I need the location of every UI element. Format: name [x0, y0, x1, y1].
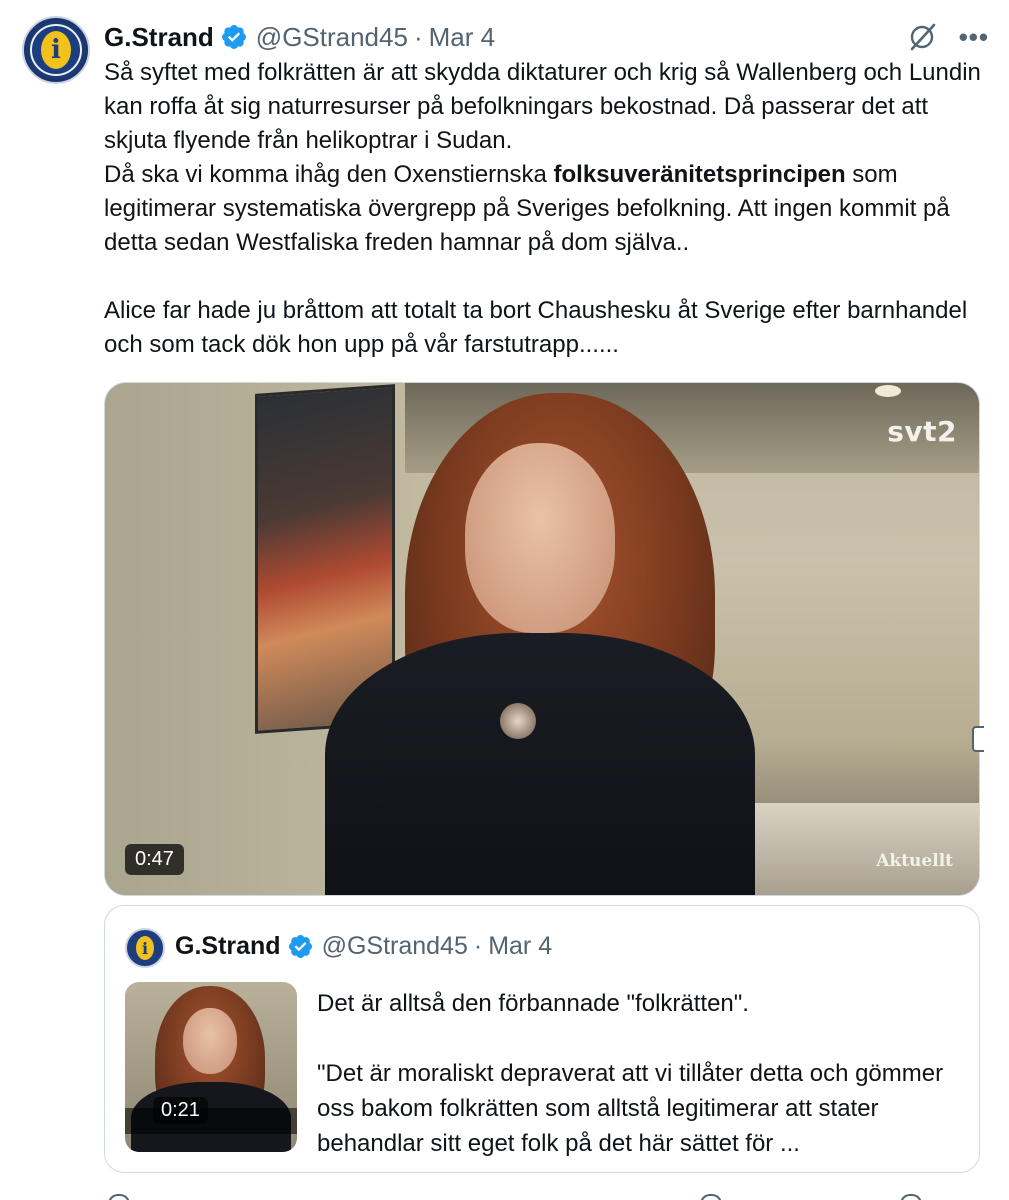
tweet-paragraph-2-pre: Då ska vi komma ihåg den Oxenstiernska	[104, 161, 554, 188]
hashtag-bold-term: folksuveränitetsprincipen	[553, 161, 846, 188]
reply-icon[interactable]	[108, 1194, 130, 1200]
video-player[interactable]: svt2 Aktuellt 0:47	[104, 382, 980, 896]
tweet-text: Så syftet med folkrätten är att skydda d…	[104, 56, 994, 362]
side-scroll-tab[interactable]	[972, 726, 984, 752]
quote-author-handle[interactable]: @GStrand45	[322, 932, 468, 961]
author-name[interactable]: G.Strand	[104, 22, 214, 53]
video-person-face	[465, 443, 615, 633]
quote-header-separator: ·	[473, 932, 483, 960]
tweet-paragraph-3: Alice far hade ju bråttom att totalt ta …	[104, 297, 968, 358]
tweet-paragraph-2: Då ska vi komma ihåg den Oxenstiernska f…	[104, 158, 994, 260]
tweet[interactable]: i G.Strand @GStrand45 · Mar 4 ••• Så syf…	[0, 0, 1009, 1200]
video-scene-lamp	[875, 385, 901, 397]
program-label: Aktuellt	[876, 851, 953, 871]
grok-icon[interactable]	[907, 22, 937, 52]
author-handle[interactable]: @GStrand45	[256, 22, 408, 53]
tweet-header: G.Strand @GStrand45 · Mar 4 •••	[104, 20, 989, 54]
quote-date[interactable]: Mar 4	[488, 932, 552, 961]
quote-video-duration: 0:21	[153, 1097, 208, 1124]
quote-paragraph-1: Det är alltså den förbannade "folkrätten…	[317, 990, 749, 1017]
video-person-body	[325, 633, 755, 895]
quote-avatar[interactable]: i	[125, 928, 165, 968]
tweet-paragraph-1: Så syftet med folkrätten är att skydda d…	[104, 59, 981, 154]
channel-logo: svt2	[887, 415, 957, 448]
video-person-brooch	[500, 703, 536, 739]
verified-badge-icon	[221, 25, 246, 49]
avatar-ring: i	[30, 24, 82, 76]
quote-author-name[interactable]: G.Strand	[175, 932, 281, 961]
verified-badge-icon	[288, 934, 312, 959]
quote-header: G.Strand @GStrand45 · Mar 4	[175, 932, 552, 961]
video-scene-bed	[745, 803, 979, 895]
quote-paragraph-2: "Det är moraliskt depraverat att vi till…	[317, 1060, 944, 1157]
quote-avatar-letter: i	[136, 936, 154, 960]
quote-video-thumbnail[interactable]: 0:21	[125, 982, 297, 1152]
quote-text: Det är alltså den förbannade "folkrätten…	[317, 986, 967, 1161]
header-actions: •••	[907, 22, 989, 53]
more-icon[interactable]: •••	[959, 22, 989, 53]
avatar[interactable]: i	[22, 16, 90, 84]
thumb-person-face	[183, 1008, 237, 1074]
action-bar	[104, 1190, 980, 1200]
tweet-date[interactable]: Mar 4	[429, 22, 495, 53]
header-separator: ·	[413, 21, 423, 52]
video-duration: 0:47	[125, 844, 184, 875]
thumb-subtitle-bar	[125, 1108, 297, 1134]
quoted-tweet[interactable]: i G.Strand @GStrand45 · Mar 4 0:21 Det ä…	[104, 905, 980, 1173]
quote-paragraph-spacer	[317, 1021, 967, 1056]
avatar-letter: i	[41, 31, 71, 69]
share-icon[interactable]	[900, 1194, 922, 1200]
bookmark-icon[interactable]	[700, 1194, 722, 1200]
